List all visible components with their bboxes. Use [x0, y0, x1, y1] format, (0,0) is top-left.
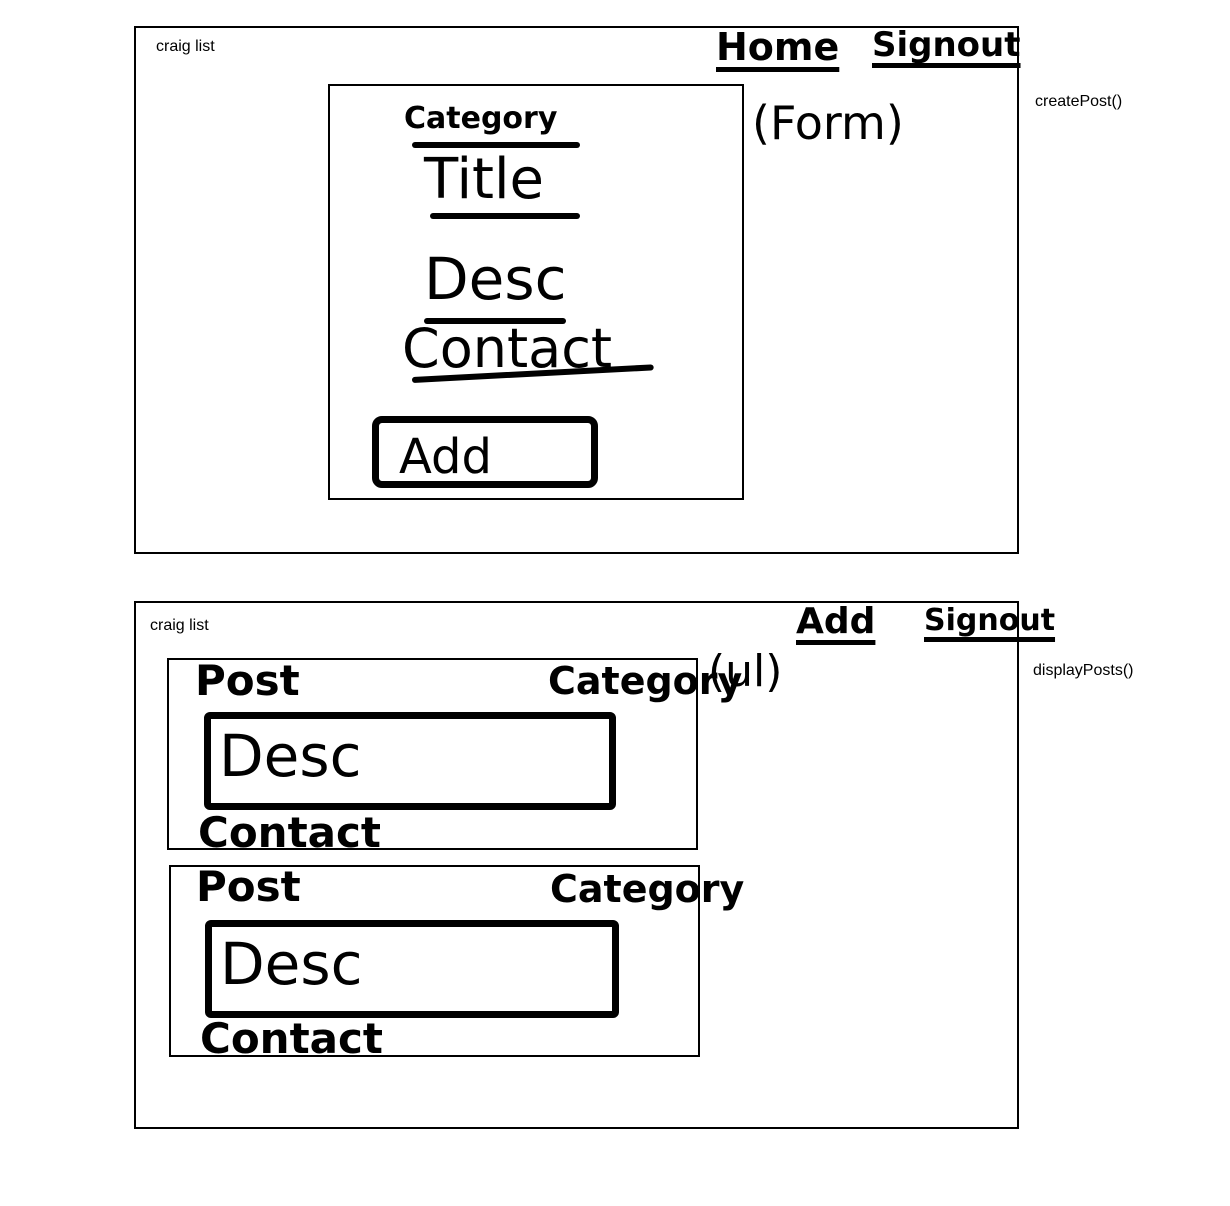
add-button[interactable]: Add — [372, 416, 598, 488]
post-description-box: Desc — [205, 920, 619, 1018]
logo-text: craig list — [156, 38, 215, 55]
logo-text: craig list — [150, 617, 209, 634]
form-annotation: (Form) — [752, 96, 904, 150]
post-title: Post — [196, 862, 301, 911]
post-title: Post — [195, 656, 300, 705]
nav-signout-link[interactable]: Signout — [872, 28, 1021, 62]
post-contact: Contact — [198, 808, 381, 857]
post-description: Desc — [220, 930, 363, 998]
category-field-label: Category — [404, 101, 558, 136]
desc-field-label: Desc — [424, 245, 567, 313]
post-description-box: Desc — [204, 712, 616, 810]
nav-home-link[interactable]: Home — [716, 28, 839, 66]
add-button-label: Add — [399, 429, 492, 485]
title-field-underline[interactable] — [430, 213, 580, 219]
nav-add-link[interactable]: Add — [796, 604, 875, 640]
post-description: Desc — [219, 722, 362, 790]
create-post-function-label: createPost() — [1035, 93, 1123, 110]
post-category: Category — [550, 867, 745, 911]
post-category: Category — [548, 659, 743, 703]
title-field-label: Title — [424, 147, 545, 212]
nav-signout-link[interactable]: Signout — [924, 606, 1055, 636]
post-contact: Contact — [200, 1014, 383, 1063]
display-posts-function-label: displayPosts() — [1033, 662, 1134, 679]
